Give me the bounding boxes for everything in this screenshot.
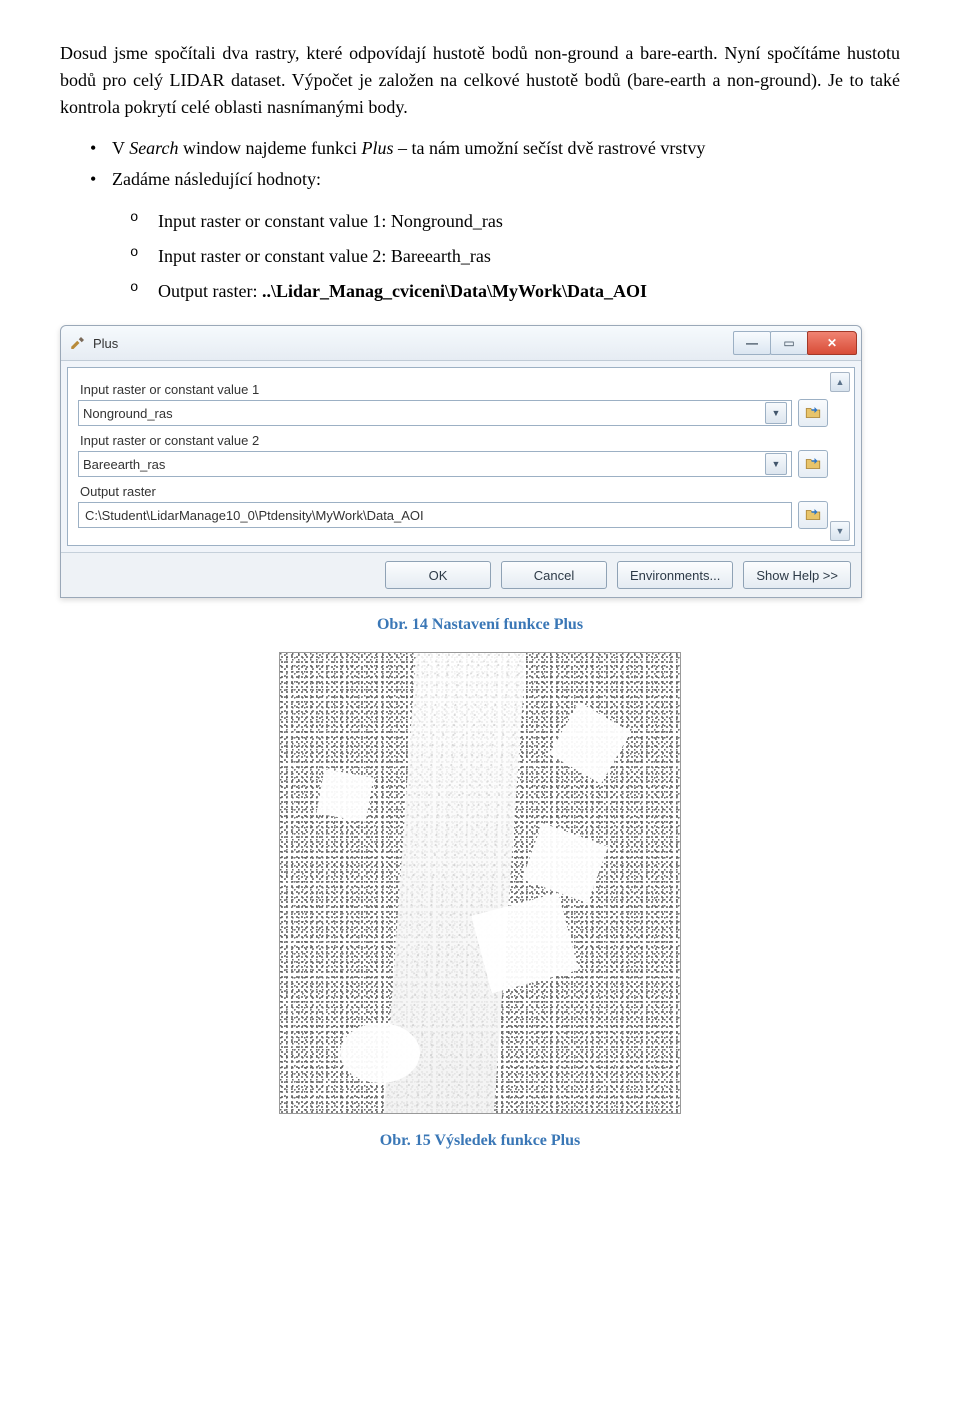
input-value: C:\Student\LidarManage10_0\Ptdensity\MyW…	[85, 508, 424, 523]
raster-result-image	[279, 652, 681, 1114]
bullet-2: Zadáme následující hodnoty:	[90, 166, 900, 193]
folder-open-icon	[804, 455, 822, 473]
label-input1: Input raster or constant value 1	[80, 382, 828, 397]
row-output: C:\Student\LidarManage10_0\Ptdensity\MyW…	[78, 501, 828, 529]
text: V	[112, 138, 129, 158]
folder-open-icon	[804, 506, 822, 524]
sub-2: Input raster or constant value 2: Bareea…	[130, 242, 900, 271]
figure-caption-14: Obr. 14 Nastavení funkce Plus	[60, 616, 900, 634]
text: Output raster:	[158, 281, 262, 301]
chevron-down-icon[interactable]: ▼	[765, 453, 787, 475]
scroll-up-icon[interactable]: ▲	[830, 372, 850, 392]
minimize-button[interactable]	[733, 331, 771, 355]
text-italic: Plus	[361, 138, 393, 158]
show-help-button[interactable]: Show Help >>	[743, 561, 851, 589]
hammer-icon	[69, 334, 87, 352]
combo-value: Bareearth_ras	[83, 457, 165, 472]
sub-1: Input raster or constant value 1: Nongro…	[130, 207, 900, 236]
ok-button[interactable]: OK	[385, 561, 491, 589]
text: – ta nám umožní sečíst dvě rastrové vrst…	[393, 138, 705, 158]
dialog-body: ▲ ▼ Input raster or constant value 1 Non…	[67, 367, 855, 546]
label-input2: Input raster or constant value 2	[80, 433, 828, 448]
dialog-footer: OK Cancel Environments... Show Help >>	[61, 552, 861, 597]
sub-list: Input raster or constant value 1: Nongro…	[60, 207, 900, 305]
sub-3: Output raster: ..\Lidar_Manag_cviceni\Da…	[130, 277, 900, 306]
browse-button-1[interactable]	[798, 399, 828, 427]
combo-input1[interactable]: Nonground_ras ▼	[78, 400, 792, 426]
maximize-button[interactable]	[770, 331, 808, 355]
plus-dialog: Plus ▲ ▼ Input raster or constant value …	[60, 325, 862, 598]
browse-button-2[interactable]	[798, 450, 828, 478]
browse-button-3[interactable]	[798, 501, 828, 529]
bullet-list: V Search window najdeme funkci Plus – ta…	[60, 135, 900, 193]
close-button[interactable]	[807, 331, 857, 355]
window-controls	[734, 331, 857, 355]
environments-button[interactable]: Environments...	[617, 561, 733, 589]
figure-caption-15: Obr. 15 Výsledek funkce Plus	[60, 1132, 900, 1150]
output-input[interactable]: C:\Student\LidarManage10_0\Ptdensity\MyW…	[78, 502, 792, 528]
combo-input2[interactable]: Bareearth_ras ▼	[78, 451, 792, 477]
bullet-1: V Search window najdeme funkci Plus – ta…	[90, 135, 900, 162]
chevron-down-icon[interactable]: ▼	[765, 402, 787, 424]
row-input2: Bareearth_ras ▼	[78, 450, 828, 478]
cancel-button[interactable]: Cancel	[501, 561, 607, 589]
folder-open-icon	[804, 404, 822, 422]
titlebar[interactable]: Plus	[61, 326, 861, 361]
row-input1: Nonground_ras ▼	[78, 399, 828, 427]
dialog-title: Plus	[93, 336, 734, 351]
label-output: Output raster	[80, 484, 828, 499]
intro-paragraph: Dosud jsme spočítali dva rastry, které o…	[60, 40, 900, 121]
combo-value: Nonground_ras	[83, 406, 173, 421]
scroll-down-icon[interactable]: ▼	[830, 521, 850, 541]
text-bold: ..\Lidar_Manag_cviceni\Data\MyWork\Data_…	[262, 281, 647, 301]
text-italic: Search	[129, 138, 178, 158]
text: window najdeme funkci	[179, 138, 362, 158]
